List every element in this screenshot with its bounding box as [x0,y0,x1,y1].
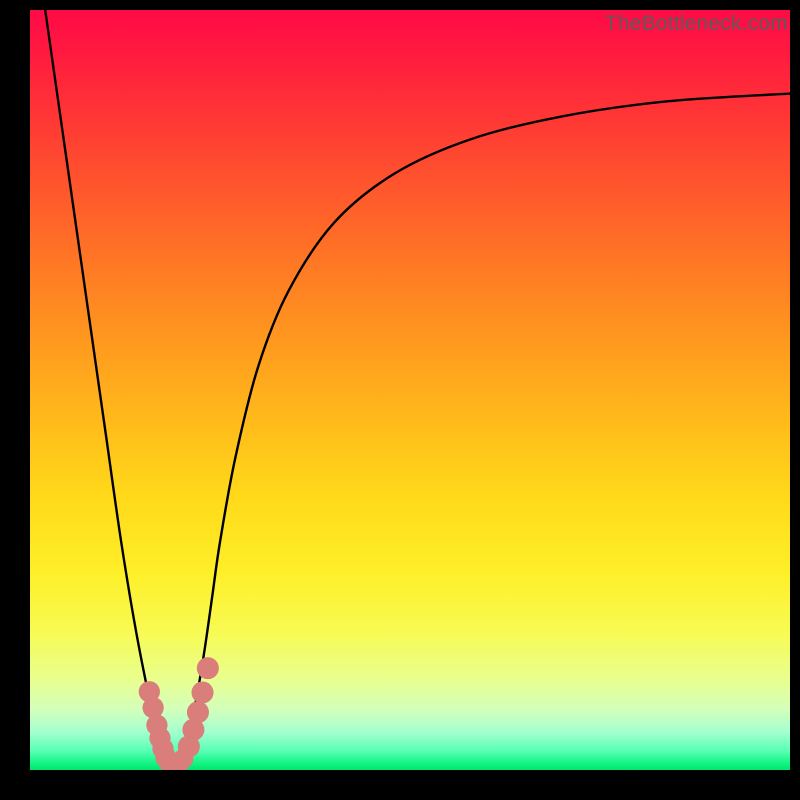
chart-frame: TheBottleneck.com [0,0,800,800]
watermark-text: TheBottleneck.com [605,12,788,36]
data-point [187,701,209,723]
data-markers [139,657,219,770]
bottleneck-curve [45,10,790,767]
plot-area [30,10,790,770]
data-point [197,657,219,679]
data-point [192,681,214,703]
curve-layer [30,10,790,770]
data-point [142,697,163,718]
